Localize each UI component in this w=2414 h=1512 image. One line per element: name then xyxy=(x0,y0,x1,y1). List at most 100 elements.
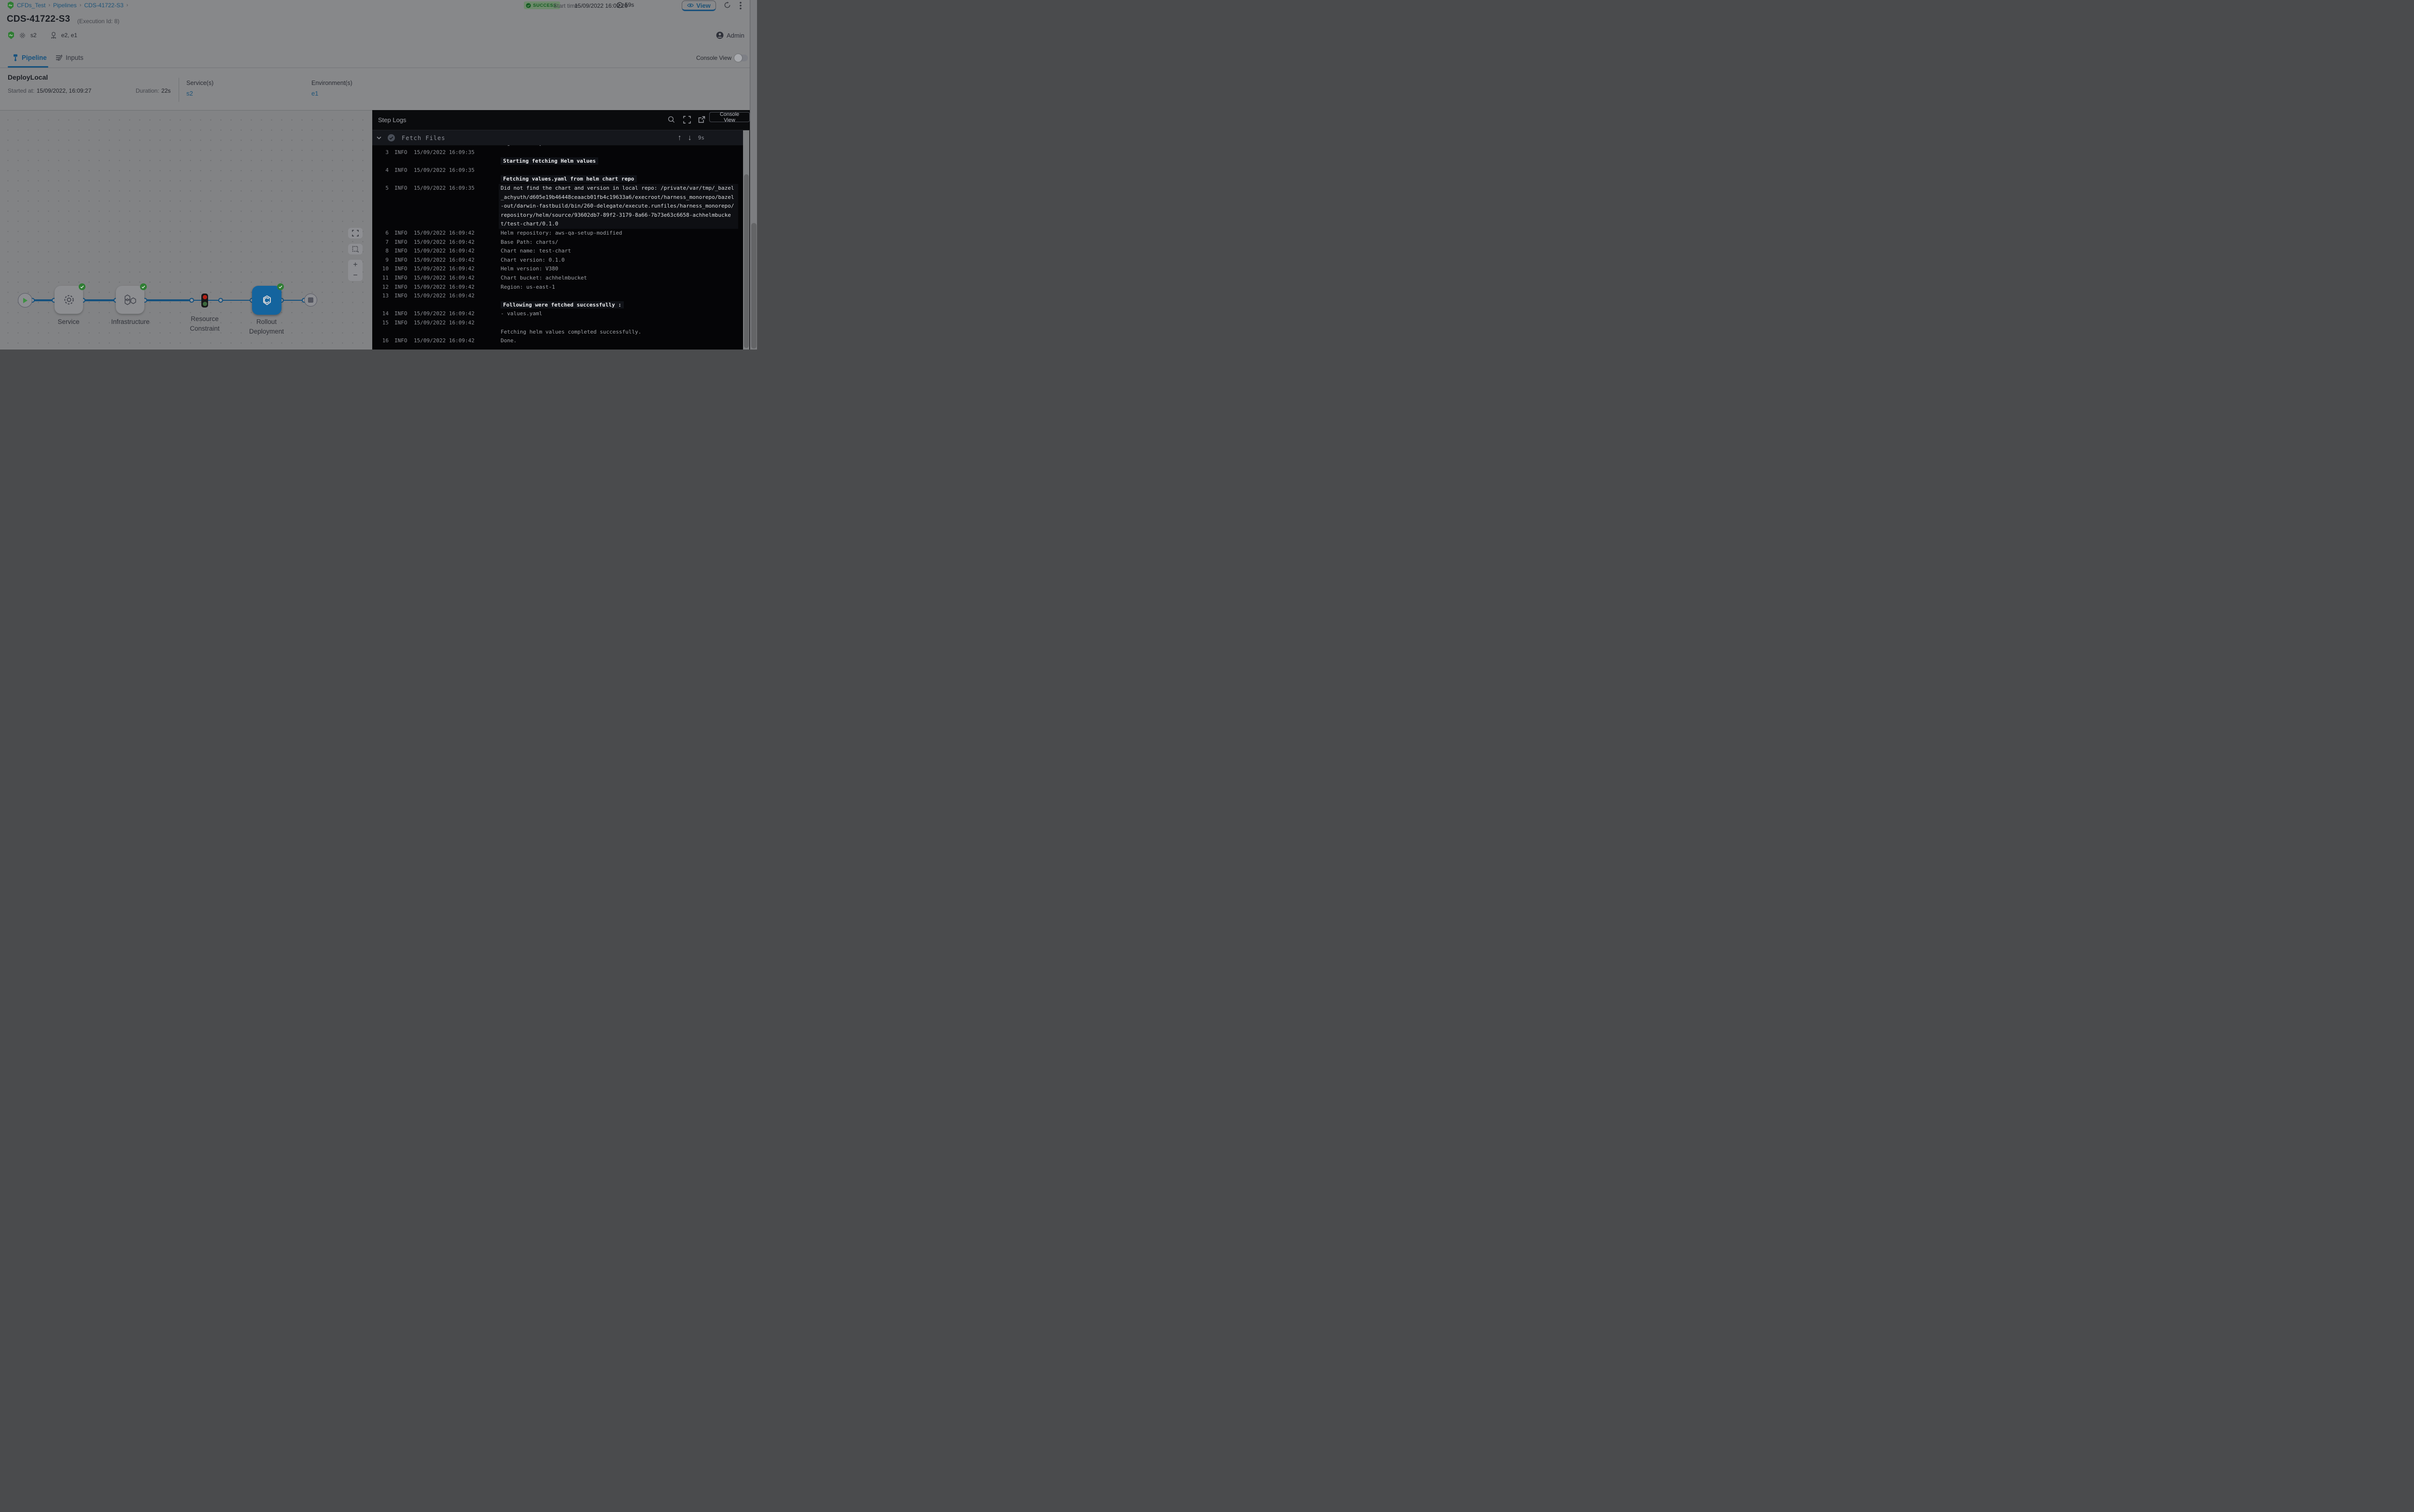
tab-pipeline[interactable]: Pipeline xyxy=(13,54,47,61)
log-line-number: 11 xyxy=(375,274,389,283)
stage-name: DeployLocal xyxy=(8,73,48,81)
marquee-select-icon xyxy=(352,246,359,252)
breadcrumb-pipelines[interactable]: Pipelines xyxy=(53,2,77,9)
service-link[interactable]: s2 xyxy=(186,90,213,97)
log-level: INFO xyxy=(394,184,407,193)
log-timestamp: 15/09/2022 16:09:42 xyxy=(414,265,475,274)
success-check-badge xyxy=(140,283,147,290)
success-check-badge xyxy=(277,283,284,290)
hexagons-icon xyxy=(124,294,137,306)
breadcrumb-pipeline-name[interactable]: CDS-41722-S3 xyxy=(84,2,123,9)
node-label-resource-constraint: Resource Constraint xyxy=(182,314,228,334)
log-message: Helm repository: aws-qa-setup-modified xyxy=(501,229,740,238)
log-message: Done. xyxy=(501,336,740,346)
execution-id: (Execution Id: 8) xyxy=(77,18,119,25)
success-check-badge xyxy=(79,283,85,290)
clock-icon xyxy=(617,2,623,8)
step-logs-panel: Step Logs Console View Fetch Files ↑ ↓ xyxy=(372,110,750,350)
log-message: Helm version: V380 xyxy=(501,265,740,274)
stage-services: Service(s) s2 xyxy=(186,80,213,97)
node-label-rollout-deployment: Rollout Deployment xyxy=(243,317,290,336)
log-line: 6INFO15/09/2022 16:09:42Helm repository:… xyxy=(372,229,743,238)
log-line-number: 16 xyxy=(375,336,389,346)
node-resource-constraint[interactable] xyxy=(201,294,208,308)
scroll-down-icon[interactable]: ↓ xyxy=(688,134,692,142)
environments-ref[interactable]: e2, e1 xyxy=(61,32,77,39)
log-level: INFO xyxy=(394,283,407,292)
log-timestamp: 15/09/2022 16:09:42 xyxy=(414,247,475,256)
toggle-knob xyxy=(734,54,742,62)
log-line: 8INFO15/09/2022 16:09:42Chart name: test… xyxy=(372,247,743,256)
end-node[interactable] xyxy=(304,294,317,307)
view-button[interactable]: View xyxy=(682,0,716,11)
node-label-infrastructure: Infrastructure xyxy=(107,317,154,327)
fullscreen-icon xyxy=(352,230,359,237)
log-message: Starting fetching Helm values xyxy=(501,157,740,166)
refresh-icon[interactable] xyxy=(724,1,731,9)
log-line: 12INFO15/09/2022 16:09:42Region: us-east… xyxy=(372,283,743,292)
log-timestamp: 15/09/2022 16:09:42 xyxy=(414,336,475,346)
log-scrollbar[interactable] xyxy=(743,130,749,350)
node-rollout-deployment[interactable] xyxy=(252,286,281,315)
pipeline-graph-canvas[interactable]: Service Infrastructure Resource Constrai… xyxy=(0,110,373,350)
expand-fullscreen-icon[interactable] xyxy=(683,116,691,124)
log-line-number: 4 xyxy=(375,166,389,175)
environment-link[interactable]: e1 xyxy=(311,90,352,97)
kebab-menu-icon[interactable]: ••• xyxy=(738,1,743,10)
breadcrumb-project[interactable]: CFDs_Test xyxy=(17,2,45,9)
step-logs-title: Step Logs xyxy=(378,116,407,124)
node-infrastructure[interactable] xyxy=(116,286,144,314)
log-timestamp: 15/09/2022 16:09:42 xyxy=(414,309,475,319)
service-ref[interactable]: s2 xyxy=(30,32,37,39)
canvas-select-button[interactable] xyxy=(348,244,363,254)
log-timestamp: 15/09/2022 16:09:42 xyxy=(414,229,475,238)
node-label-service: Service xyxy=(45,317,92,327)
chevron-down-icon[interactable] xyxy=(377,136,381,140)
edge xyxy=(145,299,192,301)
log-message: Following were fetched successfully : xyxy=(501,301,740,310)
log-level: INFO xyxy=(394,274,407,283)
log-line-number: 13 xyxy=(375,292,389,301)
log-line: Starting fetching Helm values xyxy=(372,157,743,166)
harness-logo-icon xyxy=(7,1,14,9)
log-line-number: 3 xyxy=(375,148,389,157)
log-line: 14INFO15/09/2022 16:09:42- values.yaml xyxy=(372,309,743,319)
page-scrollbar[interactable] xyxy=(750,0,757,350)
log-level: INFO xyxy=(394,238,407,247)
user-menu[interactable]: Admin xyxy=(716,31,744,39)
search-icon[interactable] xyxy=(668,116,675,123)
log-message: - values.yaml xyxy=(501,309,740,319)
console-view-toggle[interactable] xyxy=(735,55,748,61)
log-level: INFO xyxy=(394,336,407,346)
execution-meta-row: s2 e2, e1 xyxy=(8,31,77,40)
log-level: INFO xyxy=(394,166,407,175)
zoom-in-button[interactable]: + xyxy=(353,263,357,267)
edge-port xyxy=(218,298,223,303)
log-timestamp: 15/09/2022 16:09:35 xyxy=(414,184,475,193)
log-message: Fetching values.yaml from helm chart rep… xyxy=(501,175,740,184)
edge xyxy=(32,299,54,301)
scrollbar-thumb[interactable] xyxy=(744,174,749,348)
rollout-icon xyxy=(261,294,273,306)
log-level: INFO xyxy=(394,319,407,328)
zoom-out-button[interactable]: − xyxy=(353,273,357,278)
page-header: CFDs_Test › Pipelines › CDS-41722-S3 › S… xyxy=(0,0,750,50)
log-content[interactable]: m gof.../fo } 3INFO15/09/2022 16:09:35St… xyxy=(372,145,743,350)
log-level: INFO xyxy=(394,247,407,256)
log-line: Following were fetched successfully : xyxy=(372,301,743,310)
stop-icon xyxy=(308,297,313,303)
start-node[interactable] xyxy=(18,293,32,308)
log-timestamp: 15/09/2022 16:09:42 xyxy=(414,283,475,292)
scrollbar-thumb[interactable] xyxy=(751,223,757,349)
scroll-up-icon[interactable]: ↑ xyxy=(678,134,682,142)
canvas-fullscreen-button[interactable] xyxy=(348,228,363,238)
external-link-icon[interactable] xyxy=(698,116,705,123)
node-service[interactable] xyxy=(55,286,83,314)
log-timestamp: 15/09/2022 16:09:42 xyxy=(414,274,475,283)
console-view-button[interactable]: Console View xyxy=(709,112,750,122)
eye-icon xyxy=(687,3,694,8)
traffic-light-green xyxy=(203,302,207,306)
log-section-header[interactable]: Fetch Files ↑ ↓ 9s xyxy=(372,130,743,145)
tab-inputs[interactable]: Inputs xyxy=(56,54,84,61)
log-line-number: 8 xyxy=(375,247,389,256)
